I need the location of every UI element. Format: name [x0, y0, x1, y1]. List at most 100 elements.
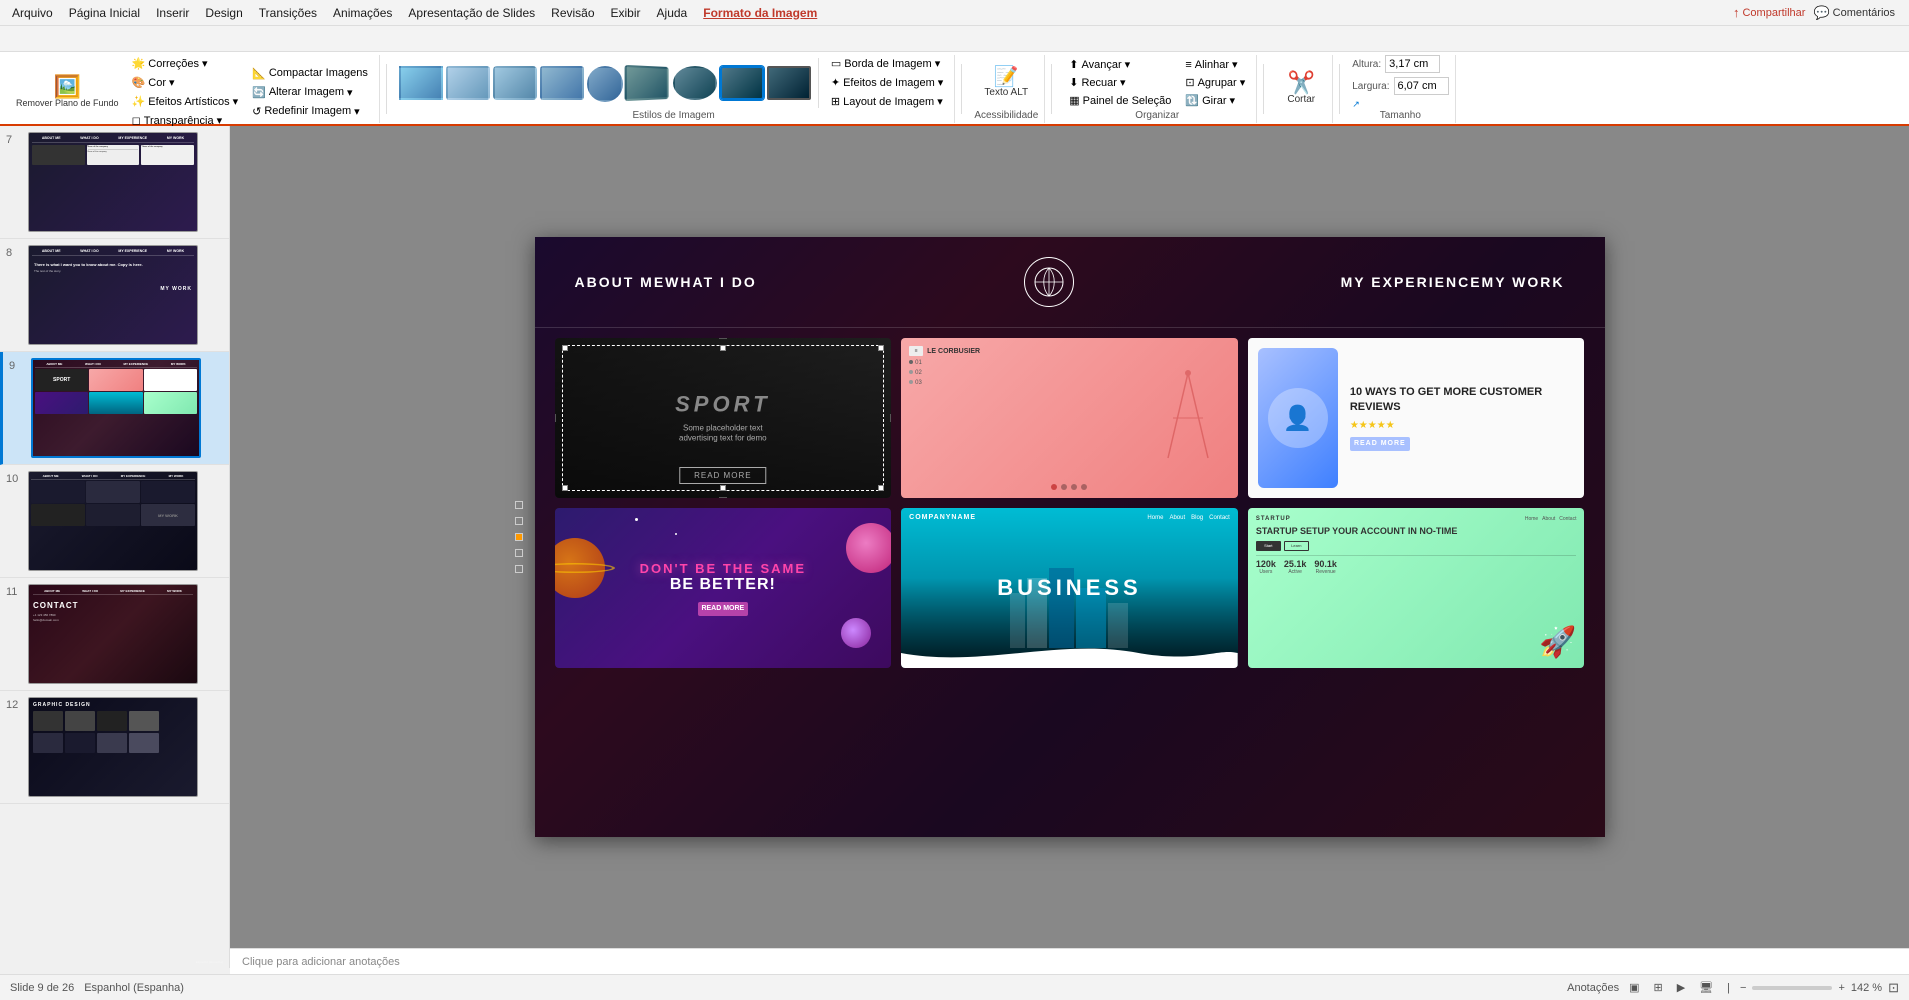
slide-thumb-8[interactable]: 8 ABOUT ME WHAT I DO MY EXPERIENCE MY WO…	[0, 239, 229, 352]
menu-exibir[interactable]: Exibir	[603, 4, 649, 22]
menu-pagina-inicial[interactable]: Página Inicial	[61, 4, 148, 22]
effects-image-button[interactable]: ✦ Efeitos de Imagem ▾	[826, 74, 948, 91]
size-dialog-button[interactable]: ↗	[1352, 99, 1360, 110]
menu-animacoes[interactable]: Animações	[325, 4, 400, 22]
notes-bar[interactable]: Clique para adicionar anotações	[230, 948, 1909, 974]
ribbon-content: 🖼️ Remover Plano de Fundo 🌟 Correções ▾ …	[0, 52, 1909, 126]
portfolio-grid: SPORT Some placeholder text advertising …	[535, 328, 1605, 678]
slide-preview-12: GRAPHIC DESIGN	[28, 697, 198, 797]
card-startup[interactable]: STARTUP Home About Contact STARTUP SETUP…	[1248, 508, 1585, 668]
card-business[interactable]: COMPANYNAME Home About Blog Contact	[901, 508, 1238, 668]
slide-num-9: 9	[9, 358, 25, 372]
slide-num-11: 11	[6, 584, 22, 598]
share-button[interactable]: ↑ Compartilhar	[1733, 5, 1805, 20]
normal-view-button[interactable]: ▣	[1625, 980, 1643, 995]
arrange-group-label: Organizar	[1135, 110, 1179, 123]
img-style-2[interactable]	[446, 66, 490, 100]
artistic-effects-button[interactable]: ✨ Efeitos Artísticos ▾	[127, 93, 244, 110]
ribbon: 🖼️ Remover Plano de Fundo 🌟 Correções ▾ …	[0, 26, 1909, 126]
img-style-6[interactable]	[624, 64, 668, 100]
slide-canvas[interactable]: ABOUT ME WHAT I DO MY EXPERIENCE MY WORK	[535, 237, 1605, 837]
border-image-button[interactable]: ▭ Borda de Imagem ▾	[826, 55, 948, 72]
reading-view-button[interactable]: ▶	[1673, 980, 1689, 995]
menu-inserir[interactable]: Inserir	[148, 4, 197, 22]
card-space[interactable]: DON'T BE THE SAME BE BETTER! READ MORE	[555, 508, 892, 668]
zoom-in-button[interactable]: +	[1838, 982, 1844, 994]
comments-button[interactable]: 💬 Comentários	[1813, 5, 1895, 21]
change-image-button[interactable]: 🔄 Alterar Imagem ▾	[247, 84, 373, 101]
img-style-1[interactable]	[399, 66, 443, 100]
img-style-7[interactable]	[673, 66, 717, 100]
forward-button[interactable]: ⬆ Avançar ▾	[1064, 56, 1176, 73]
outline-view-button[interactable]: ⊞	[1650, 980, 1667, 995]
card-sport[interactable]: SPORT Some placeholder text advertising …	[555, 338, 892, 498]
crop-icon: ✂️	[1288, 72, 1315, 94]
img-style-4[interactable]	[540, 66, 584, 100]
sport-title: SPORT	[663, 392, 783, 418]
slide-num-10: 10	[6, 471, 22, 485]
nav-my-work[interactable]: MY WORK	[1482, 274, 1565, 290]
alt-text-button[interactable]: 📝 Texto ALT	[980, 65, 1032, 100]
fit-to-window-button[interactable]: ⊡	[1888, 980, 1899, 996]
layout-image-button[interactable]: ⊞ Layout de Imagem ▾	[826, 93, 948, 110]
slide-thumb-10[interactable]: 10 ABOUT ME WHAT I DO MY EXPERIENCE MY W…	[0, 465, 229, 578]
ribbon-group-accessibility: 📝 Texto ALT Acessibilidade	[968, 55, 1045, 123]
nav-what-i-do[interactable]: WHAT I DO	[665, 274, 757, 290]
business-title: BUSINESS	[997, 575, 1141, 601]
slide-num-7: 7	[6, 132, 22, 146]
layout-icon: ⊞	[831, 95, 840, 108]
width-label: Largura:	[1352, 81, 1389, 92]
menu-ajuda[interactable]: Ajuda	[649, 4, 696, 22]
menu-formato-imagem[interactable]: Formato da Imagem	[695, 4, 825, 22]
slideshow-view-button[interactable]: 🖥	[1695, 980, 1717, 995]
width-input[interactable]	[1394, 77, 1449, 95]
slide-count: Slide 9 de 26	[10, 982, 74, 994]
status-bar: Slide 9 de 26 Espanhol (Espanha) Anotaçõ…	[0, 974, 1909, 1000]
group-button[interactable]: ⊡ Agrupar ▾	[1180, 74, 1250, 91]
corrections-button[interactable]: 🌟 Correções ▾	[127, 55, 244, 72]
slide-num-8: 8	[6, 245, 22, 259]
backward-button[interactable]: ⬇ Recuar ▾	[1064, 74, 1176, 91]
card-reviews[interactable]: 👤 10 WAYS TO GET MORE CUSTOMER REVIEWS ★…	[1248, 338, 1585, 498]
img-style-3[interactable]	[493, 66, 537, 100]
slide-thumb-9[interactable]: 9 ABOUT ME WHAT I DO MY EXPERIENCE MY WO…	[0, 352, 229, 465]
height-input[interactable]	[1385, 55, 1440, 73]
rotate-button[interactable]: 🔃 Girar ▾	[1180, 92, 1250, 109]
nav-my-experience[interactable]: MY EXPERIENCE	[1341, 274, 1482, 290]
menu-revisao[interactable]: Revisão	[543, 4, 602, 22]
alt-text-icon: 📝	[994, 67, 1019, 87]
img-style-5[interactable]	[587, 66, 623, 102]
reset-image-button[interactable]: ↺ Redefinir Imagem ▾	[247, 103, 373, 120]
selection-icon: ▦	[1069, 94, 1079, 107]
notes-toggle[interactable]: Anotações	[1567, 982, 1619, 994]
align-button[interactable]: ≡ Alinhar ▾	[1180, 56, 1250, 73]
compress-images-button[interactable]: 📐 Compactar Imagens	[247, 65, 373, 82]
card-corbusier[interactable]: ≡ LE CORBUSIER 01 02 03	[901, 338, 1238, 498]
img-style-9[interactable]	[767, 66, 811, 100]
selection-panel-button[interactable]: ▦ Painel de Seleção	[1064, 92, 1176, 109]
crop-button[interactable]: ✂️ Cortar	[1276, 70, 1326, 107]
img-style-8[interactable]	[720, 66, 764, 100]
menu-bar: Arquivo Página Inicial Inserir Design Tr…	[0, 0, 1909, 26]
slide-nav: ABOUT ME WHAT I DO MY EXPERIENCE MY WORK	[535, 237, 1605, 328]
notes-placeholder: Clique para adicionar anotações	[242, 956, 400, 968]
startup-title: STARTUP SETUP YOUR ACCOUNT IN NO-TIME	[1256, 526, 1577, 537]
accessibility-group-label: Acessibilidade	[974, 110, 1038, 123]
menu-arquivo[interactable]: Arquivo	[4, 4, 61, 22]
remove-bg-button[interactable]: 🖼️ Remover Plano de Fundo	[12, 74, 123, 111]
nav-circle-icon	[1024, 257, 1074, 307]
nav-about-me[interactable]: ABOUT ME	[575, 274, 666, 290]
ribbon-group-size: Altura: Largura: ↗ Tamanho	[1346, 55, 1455, 123]
zoom-slider[interactable]	[1752, 986, 1832, 990]
artistic-icon: ✨	[132, 95, 146, 108]
slide-thumb-7[interactable]: 7 ABOUT ME WHAT I DO MY EXPERIENCE MY WO…	[0, 126, 229, 239]
ribbon-group-arrange: ⬆ Avançar ▾ ⬇ Recuar ▾ ▦ Painel de Seleç…	[1058, 55, 1257, 123]
menu-apresentacao[interactable]: Apresentação de Slides	[400, 4, 543, 22]
slide-thumb-11[interactable]: 11 ABOUT ME WHAT I DO MY EXPERIENCE MY W…	[0, 578, 229, 691]
slide-thumb-12[interactable]: 12 GRAPHIC DESIGN	[0, 691, 229, 804]
menu-transicoes[interactable]: Transições	[251, 4, 325, 22]
zoom-out-button[interactable]: −	[1740, 982, 1746, 994]
menu-design[interactable]: Design	[197, 4, 250, 22]
color-button[interactable]: 🎨 Cor ▾	[127, 74, 244, 91]
slide-preview-7: ABOUT ME WHAT I DO MY EXPERIENCE MY WORK…	[28, 132, 198, 232]
